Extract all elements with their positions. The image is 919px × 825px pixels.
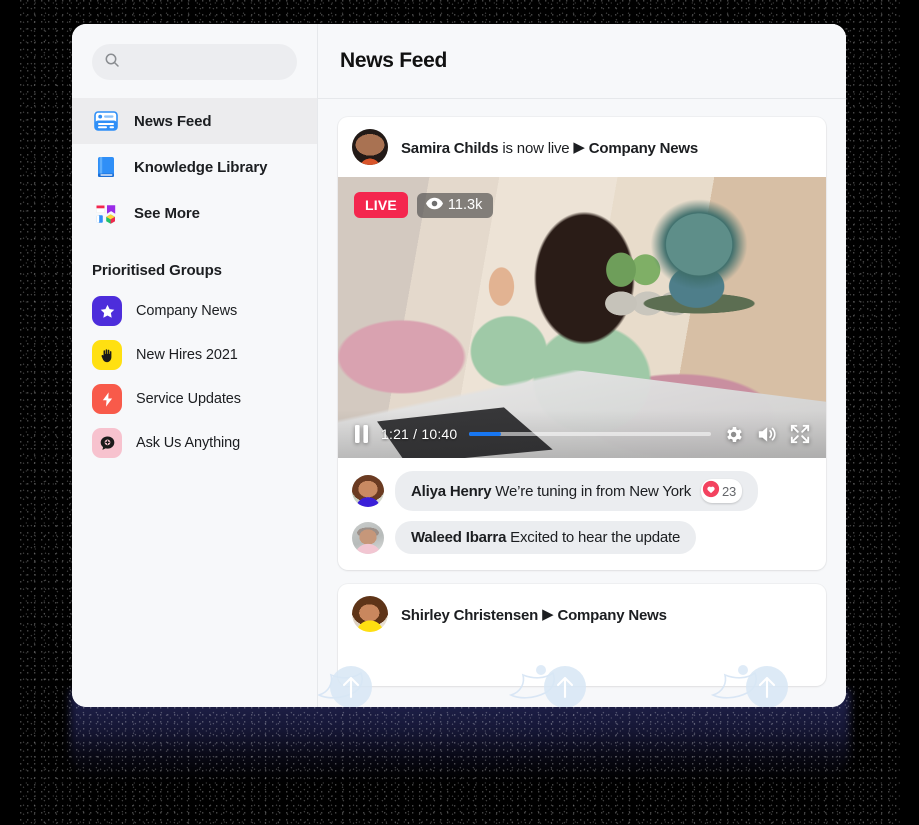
primary-nav: News Feed Knowledge Library See More (72, 98, 317, 236)
hand-wave-icon (92, 340, 122, 370)
feed-list: Samira Childs is now live ▶ Company News L… (318, 99, 846, 707)
waleed-ibarra-avatar[interactable] (352, 521, 384, 554)
post-byline: Samira Childs is now live ▶ Company News (401, 138, 698, 157)
chat-plus-icon (92, 428, 122, 458)
post-header: Shirley Christensen ▶ Company News (338, 584, 826, 644)
post-status: is now live (498, 139, 570, 157)
video-duration: 10:40 (421, 426, 458, 442)
group-item-label: Company News (136, 303, 238, 319)
main-content: News Feed Samira Childs is now live ▶ Comp… (318, 24, 846, 707)
prioritised-groups-list: Company News New Hires 2021 Service Upda… (72, 289, 317, 465)
main-header: News Feed (318, 24, 846, 99)
video-scrubber[interactable] (469, 432, 711, 436)
video-controls: 1:21 / 10:40 (338, 410, 826, 458)
search-input[interactable] (128, 54, 285, 70)
search-icon (104, 52, 120, 73)
sidebar: News Feed Knowledge Library See More Pri… (72, 24, 318, 707)
comment-item: Waleed Ibarra Excited to hear the update (352, 521, 812, 554)
samira-childs-avatar[interactable] (352, 129, 388, 165)
group-item-company-news[interactable]: Company News (72, 289, 317, 333)
group-item-label: Service Updates (136, 391, 241, 407)
comment-author: Waleed Ibarra (411, 529, 507, 546)
sidebar-item-label: Knowledge Library (134, 158, 268, 176)
live-badge: LIVE (354, 192, 408, 218)
comment-text: Aliya Henry We’re tuning in from New Yor… (411, 483, 691, 500)
group-item-label: New Hires 2021 (136, 347, 238, 363)
comment-author: Aliya Henry (411, 482, 492, 500)
group-item-ask-us-anything[interactable]: Ask Us Anything (72, 421, 317, 465)
sidebar-item-knowledge-library[interactable]: Knowledge Library (72, 144, 317, 190)
comment-text: Waleed Ibarra Excited to hear the update (411, 529, 680, 546)
eye-icon (425, 197, 443, 214)
video-badges: LIVE 11.3k (354, 192, 494, 218)
bolt-icon (92, 384, 122, 414)
shirley-christensen-avatar[interactable] (352, 596, 388, 632)
heart-icon (702, 480, 720, 502)
group-item-new-hires-2021[interactable]: New Hires 2021 (72, 333, 317, 377)
prioritised-groups-heading: Prioritised Groups (92, 262, 222, 279)
gear-icon[interactable] (723, 424, 744, 445)
apps-grid-icon (92, 199, 120, 227)
book-icon (92, 153, 120, 181)
aliya-henry-avatar[interactable] (352, 475, 384, 507)
app-window: News Feed Knowledge Library See More Pri… (72, 24, 846, 707)
video-progress-fill (469, 432, 501, 436)
post-card: Samira Childs is now live ▶ Company News L… (338, 117, 826, 570)
reaction-badge[interactable]: 23 (701, 479, 743, 503)
group-item-label: Ask Us Anything (136, 435, 241, 451)
fullscreen-icon[interactable] (790, 424, 810, 444)
sidebar-item-label: See More (134, 204, 200, 222)
post-byline: Shirley Christensen ▶ Company News (401, 605, 667, 624)
comment-body: We’re tuning in from New York (491, 482, 691, 500)
search-box[interactable] (92, 44, 297, 80)
post-header: Samira Childs is now live ▶ Company News (338, 117, 826, 177)
comment-bubble: Waleed Ibarra Excited to hear the update (395, 521, 697, 554)
caret-right-icon: ▶ (573, 138, 585, 156)
page-title: News Feed (340, 49, 448, 72)
sidebar-item-label: News Feed (134, 112, 212, 130)
volume-icon[interactable] (756, 424, 778, 444)
caret-right-icon: ▶ (542, 605, 554, 623)
reaction-count: 23 (722, 483, 737, 499)
comment-item: Aliya Henry We’re tuning in from New Yor… (352, 471, 812, 511)
live-video-player[interactable]: LIVE 11.3k 1:21 / 10:40 (338, 177, 826, 458)
sidebar-item-news-feed[interactable]: News Feed (72, 98, 317, 144)
current-time: 1:21 (381, 426, 410, 442)
pause-icon[interactable] (354, 425, 369, 443)
screenshot-stage: News Feed Knowledge Library See More Pri… (0, 0, 919, 825)
comment-bubble: Aliya Henry We’re tuning in from New Yor… (395, 471, 759, 511)
viewer-count-badge: 11.3k (416, 192, 494, 218)
post-group: Company News (557, 606, 667, 624)
comment-body: Excited to hear the update (506, 529, 681, 546)
post-author: Samira Childs (401, 139, 499, 157)
viewer-count-label: 11.3k (447, 197, 483, 213)
star-icon (92, 296, 122, 326)
sidebar-item-see-more[interactable]: See More (72, 190, 317, 236)
video-timestamp: 1:21 / 10:40 (381, 426, 457, 442)
post-author: Shirley Christensen (401, 606, 539, 624)
post-card: Shirley Christensen ▶ Company News (338, 584, 826, 686)
group-item-service-updates[interactable]: Service Updates (72, 377, 317, 421)
time-separator: / (413, 426, 418, 442)
post-group: Company News (588, 139, 699, 157)
news-feed-icon (92, 107, 120, 135)
search-container (72, 24, 317, 98)
comments-list: Aliya Henry We’re tuning in from New Yor… (338, 458, 826, 570)
